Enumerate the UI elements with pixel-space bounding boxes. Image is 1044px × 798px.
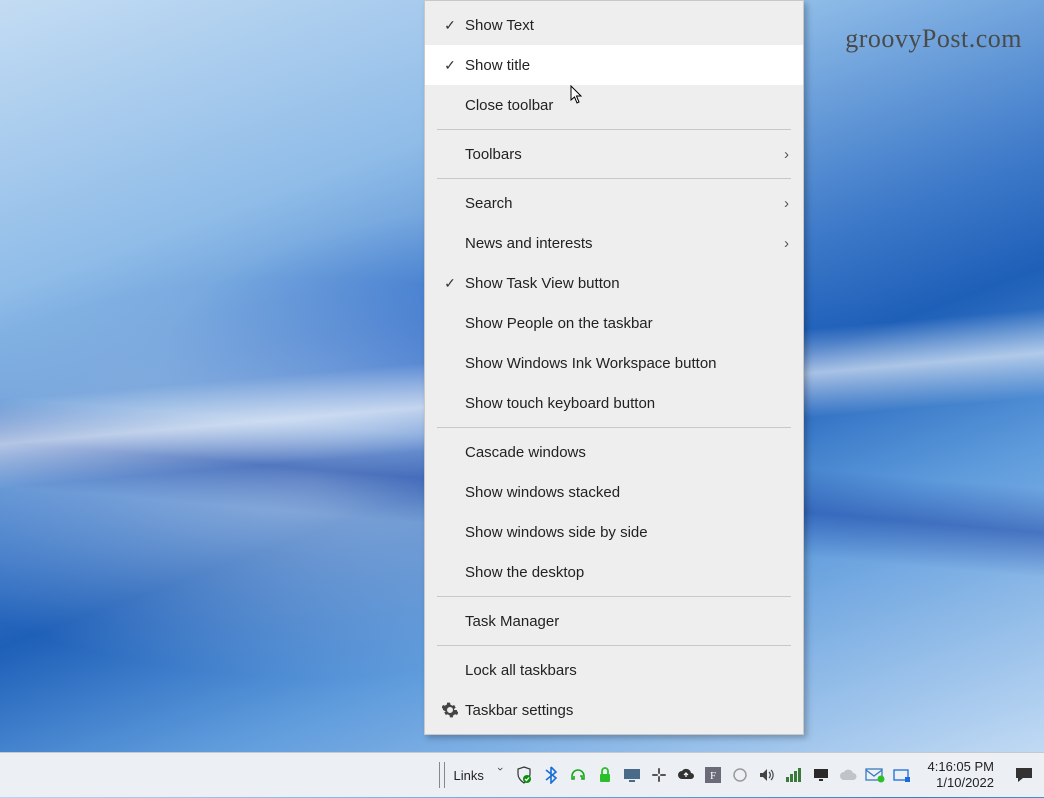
menu-item-show-text[interactable]: ✓Show Text xyxy=(425,5,803,45)
menu-item-label: Show People on the taskbar xyxy=(463,315,789,332)
menu-item-label: Show windows side by side xyxy=(463,524,789,541)
menu-item-label: Taskbar settings xyxy=(463,702,789,719)
system-tray: F xyxy=(508,765,918,785)
menu-item-show-the-desktop[interactable]: Show the desktop xyxy=(425,552,803,592)
menu-item-taskbar-settings[interactable]: Taskbar settings xyxy=(425,690,803,730)
display-icon[interactable] xyxy=(622,765,642,785)
menu-separator xyxy=(437,427,791,428)
mail-icon[interactable] xyxy=(865,765,885,785)
menu-item-label: Lock all taskbars xyxy=(463,662,789,679)
menu-item-label: Toolbars xyxy=(463,146,784,163)
menu-item-label: Cascade windows xyxy=(463,444,789,461)
slack-icon[interactable] xyxy=(649,765,669,785)
menu-item-show-windows-ink-workspace-button[interactable]: Show Windows Ink Workspace button xyxy=(425,343,803,383)
network-icon[interactable] xyxy=(784,765,804,785)
chevron-right-icon: › xyxy=(784,235,789,252)
security-shield-icon[interactable] xyxy=(514,765,534,785)
menu-item-label: Show touch keyboard button xyxy=(463,395,789,412)
check-icon: ✓ xyxy=(437,57,463,74)
gear-icon xyxy=(437,702,463,718)
menu-item-label: Show Text xyxy=(463,17,789,34)
action-center-button[interactable] xyxy=(1004,753,1044,798)
volume-icon[interactable] xyxy=(757,765,777,785)
menu-item-close-toolbar[interactable]: Close toolbar xyxy=(425,85,803,125)
menu-item-show-touch-keyboard-button[interactable]: Show touch keyboard button xyxy=(425,383,803,423)
menu-item-label: News and interests xyxy=(463,235,784,252)
headset-icon[interactable] xyxy=(568,765,588,785)
toolbar-separator[interactable] xyxy=(439,762,440,788)
watermark-text: groovyPost.com xyxy=(845,24,1022,54)
menu-separator xyxy=(437,596,791,597)
menu-item-label: Show windows stacked xyxy=(463,484,789,501)
app-f-icon[interactable]: F xyxy=(703,765,723,785)
menu-item-toolbars[interactable]: Toolbars› xyxy=(425,134,803,174)
menu-item-search[interactable]: Search› xyxy=(425,183,803,223)
check-icon: ✓ xyxy=(437,17,463,34)
toolbar-separator[interactable] xyxy=(444,762,445,788)
menu-item-show-windows-side-by-side[interactable]: Show windows side by side xyxy=(425,512,803,552)
menu-item-label: Task Manager xyxy=(463,613,789,630)
monitor-icon[interactable] xyxy=(811,765,831,785)
menu-item-show-task-view-button[interactable]: ✓Show Task View button xyxy=(425,263,803,303)
taskbar[interactable]: Links › F 4:16:05 PM 1/10/2022 xyxy=(0,752,1044,797)
links-toolbar-label[interactable]: Links xyxy=(449,768,491,783)
menu-item-label: Show the desktop xyxy=(463,564,789,581)
menu-item-label: Show title xyxy=(463,57,789,74)
taskbar-context-menu: ✓Show Text✓Show titleClose toolbarToolba… xyxy=(424,0,804,735)
clock-time: 4:16:05 PM xyxy=(928,759,995,775)
svg-text:F: F xyxy=(709,770,715,782)
menu-item-label: Show Task View button xyxy=(463,275,789,292)
taskbar-corner-icon[interactable] xyxy=(892,765,912,785)
clock-date: 1/10/2022 xyxy=(928,775,995,791)
bluetooth-icon[interactable] xyxy=(541,765,561,785)
cloud-sync-icon[interactable] xyxy=(676,765,696,785)
menu-item-lock-all-taskbars[interactable]: Lock all taskbars xyxy=(425,650,803,690)
lock-icon[interactable] xyxy=(595,765,615,785)
check-icon: ✓ xyxy=(437,275,463,292)
menu-item-news-and-interests[interactable]: News and interests› xyxy=(425,223,803,263)
menu-item-show-people-on-the-taskbar[interactable]: Show People on the taskbar xyxy=(425,303,803,343)
links-toolbar-chevron-icon[interactable]: › xyxy=(494,767,506,783)
circle-icon[interactable] xyxy=(730,765,750,785)
menu-separator xyxy=(437,178,791,179)
menu-item-task-manager[interactable]: Task Manager xyxy=(425,601,803,641)
menu-item-show-windows-stacked[interactable]: Show windows stacked xyxy=(425,472,803,512)
chevron-right-icon: › xyxy=(784,146,789,163)
menu-item-label: Search xyxy=(463,195,784,212)
menu-separator xyxy=(437,129,791,130)
onedrive-icon[interactable] xyxy=(838,765,858,785)
menu-item-cascade-windows[interactable]: Cascade windows xyxy=(425,432,803,472)
menu-item-show-title[interactable]: ✓Show title xyxy=(425,45,803,85)
menu-item-label: Show Windows Ink Workspace button xyxy=(463,355,789,372)
taskbar-clock[interactable]: 4:16:05 PM 1/10/2022 xyxy=(918,759,1005,792)
menu-separator xyxy=(437,645,791,646)
menu-item-label: Close toolbar xyxy=(463,97,789,114)
chevron-right-icon: › xyxy=(784,195,789,212)
